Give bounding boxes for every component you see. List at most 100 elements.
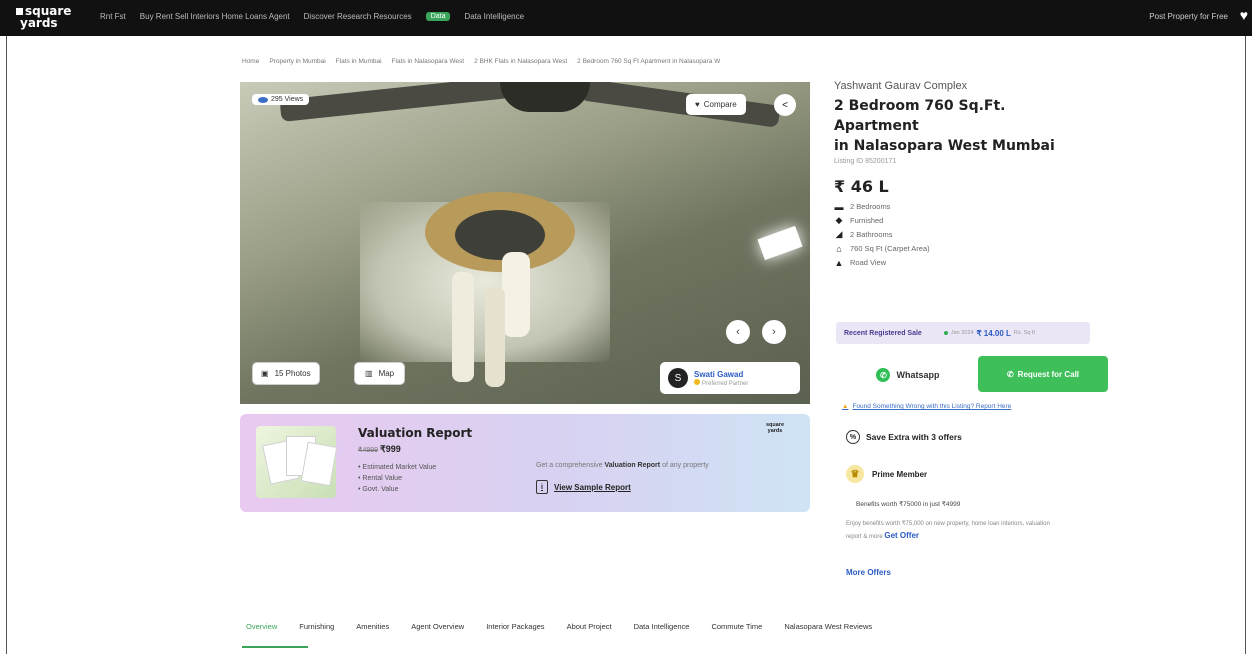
main-nav: Rnt Fst Buy Rent Sell Interiors Home Loa… xyxy=(100,12,524,21)
prime-description: Enjoy benefits worth ₹75,000 on new prop… xyxy=(846,519,1062,543)
heart-icon: ♥ xyxy=(695,100,700,109)
photos-button[interactable]: ▣ 15 Photos xyxy=(252,362,320,385)
valuation-point: Rental Value xyxy=(362,475,402,482)
breadcrumb-item[interactable]: Flats in Mumbai xyxy=(336,58,382,65)
tab-furnishing[interactable]: Furnishing xyxy=(299,622,334,631)
sale-psf: Rs. Sq ft xyxy=(1013,330,1035,336)
desc-text: of any property xyxy=(662,462,709,469)
tab-about-project[interactable]: About Project xyxy=(567,622,612,631)
compare-label: Compare xyxy=(703,100,737,109)
valuation-price: ₹4999 ₹999 xyxy=(358,444,401,455)
breadcrumb-item[interactable]: 2 BHK Flats in Nalasopara West xyxy=(474,58,567,65)
listing-id: Listing ID 85200171 xyxy=(834,158,897,165)
tab-commute-time[interactable]: Commute Time xyxy=(711,622,762,631)
request-call-button[interactable]: ✆ Request for Call xyxy=(978,356,1108,392)
compare-button[interactable]: ♥ Compare xyxy=(686,94,746,115)
feature-label: 2 Bathrooms xyxy=(850,230,893,239)
valuation-title: Valuation Report xyxy=(358,426,473,440)
tab-reviews[interactable]: Nalasopara West Reviews xyxy=(784,622,872,631)
post-property-link[interactable]: Post Property for Free xyxy=(1149,12,1228,21)
prime-benefits: Benefits worth ₹75000 in just ₹4999 xyxy=(856,501,961,508)
map-button[interactable]: ▥ Map xyxy=(354,362,406,385)
phone-icon: ✆ xyxy=(1006,369,1014,379)
pendant-light xyxy=(502,252,530,337)
breadcrumb-item: 2 Bedroom 760 Sq Ft Apartment in Nalasop… xyxy=(577,58,721,65)
feature-label: Road View xyxy=(850,258,887,267)
property-photo[interactable]: 295 Views ♥ Compare < ‹ › ▣ 15 Photos ▥ … xyxy=(240,82,810,404)
home-icon: ⌂ xyxy=(836,243,842,254)
active-tab-indicator xyxy=(242,646,308,648)
feature-view: ▲ Road View xyxy=(834,258,1094,268)
old-price: ₹4999 xyxy=(358,447,379,454)
report-label: Found Something Wrong with this Listing?… xyxy=(852,403,1012,410)
frame-left-border xyxy=(6,36,7,654)
get-offer-link[interactable]: Get Offer xyxy=(884,531,919,540)
chevron-left-icon: ‹ xyxy=(736,326,740,338)
bed-icon: ▬ xyxy=(834,201,844,212)
feature-label: Furnished xyxy=(850,216,884,225)
agent-name: Swati Gawad xyxy=(694,369,744,379)
views-count: 295 Views xyxy=(271,96,304,103)
logo-text-line2: yards xyxy=(20,16,58,30)
fan-hub xyxy=(500,82,590,112)
feature-bathrooms: ◢ 2 Bathrooms xyxy=(834,229,1094,239)
logo-square-icon xyxy=(16,8,23,15)
tab-agent-overview[interactable]: Agent Overview xyxy=(411,622,464,631)
avatar: S xyxy=(668,368,688,388)
breadcrumb-item[interactable]: Property in Mumbai xyxy=(269,58,325,65)
title-line: 2 Bedroom 760 Sq.Ft. Apartment xyxy=(834,98,1006,134)
document-icon: i xyxy=(536,480,548,494)
nav-item-main[interactable]: Buy Rent Sell Interiors Home Loans Agent xyxy=(140,12,290,21)
heart-icon[interactable]: ♥ xyxy=(1240,7,1248,23)
tab-data-intelligence[interactable]: Data Intelligence xyxy=(634,622,690,631)
whatsapp-button[interactable]: ✆ Whatsapp xyxy=(846,358,970,392)
next-photo-button[interactable]: › xyxy=(762,320,786,344)
section-tabs: Overview Furnishing Amenities Agent Over… xyxy=(246,622,872,631)
eye-icon xyxy=(258,96,268,103)
offers-label: Save Extra with 3 offers xyxy=(866,432,962,442)
sale-label: Recent Registered Sale xyxy=(844,329,922,337)
valuation-description: Get a comprehensive Valuation Report of … xyxy=(536,462,709,469)
square-yards-logo[interactable]: square yards xyxy=(16,5,71,29)
nav-item-city[interactable]: Rnt Fst xyxy=(100,12,126,21)
feature-furnishing: ◆ Furnished xyxy=(834,215,1094,225)
more-offers-link[interactable]: More Offers xyxy=(846,568,891,577)
fan-blade xyxy=(279,82,511,122)
feature-label: 760 Sq Ft (Carpet Area) xyxy=(850,244,930,253)
map-icon: ▥ xyxy=(365,369,373,378)
tab-amenities[interactable]: Amenities xyxy=(356,622,389,631)
breadcrumb-item[interactable]: Flats in Nalasopara West xyxy=(392,58,465,65)
recent-registered-sale[interactable]: Recent Registered Sale Jan 2024 ₹ 14.00 … xyxy=(836,322,1090,344)
valuation-report-banner[interactable]: Valuation Report ₹4999 ₹999 • Estimated M… xyxy=(240,414,810,512)
feature-area: ⌂ 760 Sq Ft (Carpet Area) xyxy=(834,243,1094,254)
tab-interior-packages[interactable]: Interior Packages xyxy=(486,622,544,631)
report-listing-link[interactable]: ▲ Found Something Wrong with this Listin… xyxy=(842,403,1011,410)
nav-item-discover[interactable]: Discover Research Resources xyxy=(304,12,412,21)
report-illustration xyxy=(256,426,338,498)
pendant-light xyxy=(485,287,505,387)
valuation-points: • Estimated Market Value • Rental Value … xyxy=(358,464,437,493)
agent-role: Preferred Partner xyxy=(702,380,749,387)
agent-chip[interactable]: S Swati Gawad Preferred Partner xyxy=(660,362,800,394)
prev-photo-button[interactable]: ‹ xyxy=(726,320,750,344)
nav-new-badge[interactable]: Data xyxy=(425,12,451,21)
whatsapp-label: Whatsapp xyxy=(896,370,940,380)
sale-date: Jan 2024 xyxy=(950,330,974,336)
status-dot-icon xyxy=(943,331,948,335)
badge-icon xyxy=(694,378,700,385)
tab-overview[interactable]: Overview xyxy=(246,622,277,631)
project-name[interactable]: Yashwant Gaurav Complex xyxy=(834,80,1094,92)
title-line: in Nalasopara West Mumbai xyxy=(834,138,1055,154)
save-extra-offers[interactable]: % Save Extra with 3 offers xyxy=(846,430,962,444)
share-button[interactable]: < xyxy=(774,94,796,116)
warning-icon: ▲ xyxy=(842,403,849,410)
crown-icon: ♛ xyxy=(846,465,864,483)
view-sample-report-link[interactable]: i View Sample Report xyxy=(536,480,631,494)
frame-right-border xyxy=(1245,36,1246,654)
valuation-point: Estimated Market Value xyxy=(362,464,437,471)
square-yards-brand: square yards xyxy=(765,422,785,434)
prime-member: ♛ Prime Member xyxy=(846,465,927,483)
call-label: Request for Call xyxy=(1017,369,1080,379)
nav-item-data-intelligence[interactable]: Data Intelligence xyxy=(464,12,524,21)
breadcrumb-item[interactable]: Home xyxy=(242,58,259,65)
